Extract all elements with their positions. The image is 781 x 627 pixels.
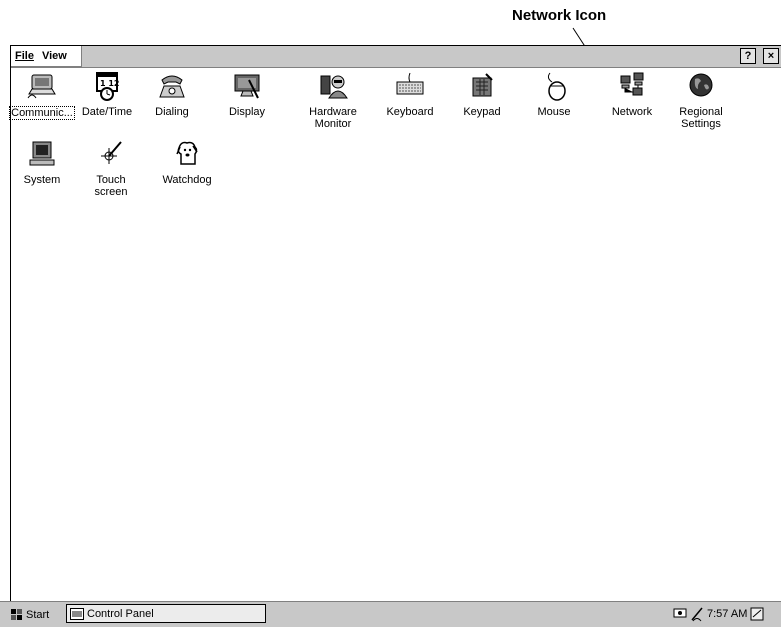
menu-bar: File View ? × — [11, 46, 781, 68]
system-tray: 7:57 AM — [673, 605, 781, 623]
icon-label: Date/Time — [81, 106, 133, 118]
icon-watchdog[interactable]: Watchdog — [154, 138, 220, 186]
network-icon-callout: Network Icon — [512, 7, 607, 24]
menu-view[interactable]: View — [42, 50, 67, 62]
icon-label: Communic... — [9, 106, 75, 120]
icon-label: Keypad — [463, 106, 501, 118]
start-label: Start — [26, 608, 50, 621]
windows-logo-icon — [11, 608, 22, 620]
icon-label: Display — [228, 106, 266, 118]
control-panel-window: File View ? × Communic... 1 12 Date/Time — [9, 45, 781, 606]
clock: 7:57 AM — [707, 608, 748, 620]
hardware-monitor-icon — [320, 75, 348, 99]
icon-label: Mouse — [537, 106, 571, 118]
icon-label: Keyboard — [386, 106, 434, 118]
menu-group: File View — [11, 46, 82, 67]
keyboard-icon — [396, 72, 424, 95]
icon-keypad[interactable]: Keypad — [449, 70, 515, 118]
tray-stylus-icon[interactable] — [690, 606, 704, 622]
taskbar: Start Control Panel 7:57 AM — [0, 601, 781, 627]
taskbar-item-control-panel[interactable]: Control Panel — [66, 604, 266, 623]
tray-pc-icon[interactable] — [673, 607, 687, 621]
display-monitor-icon — [234, 74, 260, 99]
icon-mouse[interactable]: Mouse — [521, 70, 587, 118]
network-computers-icon — [620, 72, 644, 96]
icon-communication[interactable]: Communic... — [9, 70, 75, 120]
icon-display[interactable]: Display — [214, 70, 280, 118]
icon-hardware-monitor[interactable]: Hardware Monitor — [300, 70, 366, 130]
icon-regional-settings[interactable]: Regional Settings — [668, 70, 734, 130]
control-panel-icon — [70, 607, 84, 620]
icon-keyboard[interactable]: Keyboard — [377, 70, 443, 118]
icon-touch-screen[interactable]: Touch screen — [78, 138, 144, 198]
icon-label: Dialing — [155, 106, 189, 118]
communication-icon — [27, 74, 56, 99]
calendar-clock-icon: 1 12 — [96, 72, 119, 101]
icon-dialing[interactable]: Dialing — [139, 70, 205, 118]
keypad-icon — [472, 73, 493, 97]
globe-icon — [689, 73, 713, 97]
icon-date-time[interactable]: 1 12 Date/Time — [74, 70, 140, 118]
taskbar-item-label: Control Panel — [87, 607, 154, 620]
icon-network[interactable]: Network — [599, 70, 665, 118]
icon-label: Watchdog — [162, 174, 212, 186]
icon-system[interactable]: System — [9, 138, 75, 186]
icon-label: Network — [611, 106, 653, 118]
svg-text:1 12: 1 12 — [100, 79, 119, 88]
menu-file[interactable]: File — [15, 50, 34, 62]
system-computer-icon — [29, 141, 55, 166]
help-button[interactable]: ? — [740, 48, 756, 64]
icon-label: Touch screen — [94, 174, 128, 198]
stylus-crosshair-icon — [101, 141, 122, 164]
mouse-icon — [547, 72, 566, 101]
start-button[interactable]: Start — [10, 606, 49, 623]
desktop-icon[interactable] — [750, 607, 764, 621]
icon-label: System — [23, 174, 61, 186]
icon-label: Regional Settings — [679, 106, 723, 130]
dog-icon — [176, 141, 198, 165]
close-button[interactable]: × — [763, 48, 779, 64]
icon-label: Hardware Monitor — [309, 106, 357, 130]
telephone-icon — [159, 75, 185, 98]
